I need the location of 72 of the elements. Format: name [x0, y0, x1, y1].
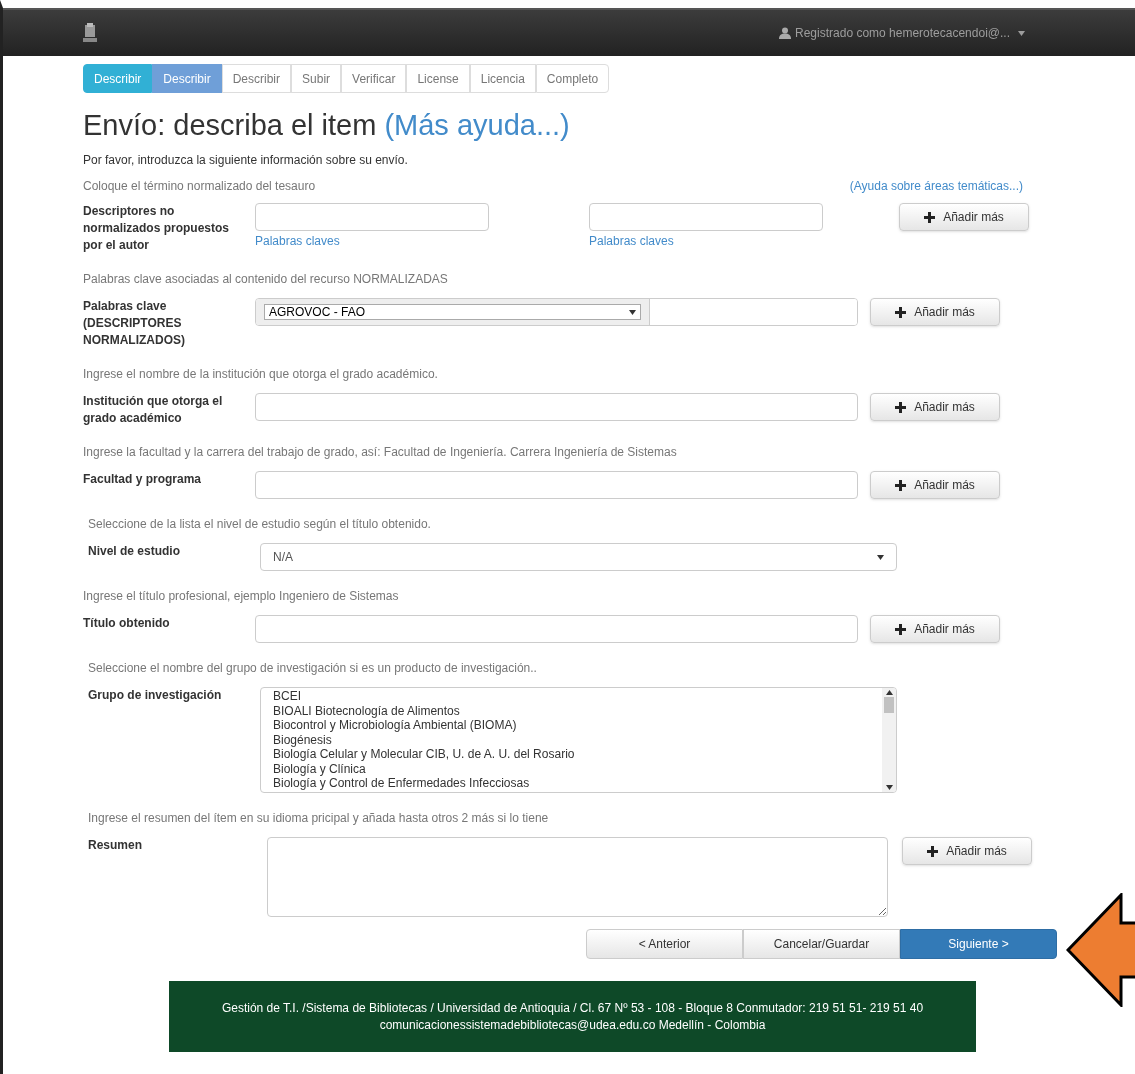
- caret-icon: [885, 690, 893, 695]
- thesaurus-field[interactable]: AGROVOC - FAO: [255, 298, 858, 326]
- progress-step[interactable]: License: [406, 64, 470, 93]
- list-option[interactable]: Biología y Clínica: [273, 761, 870, 776]
- plus-icon: [895, 623, 907, 635]
- page-title: Envío: describa el item (Más ayuda...): [83, 108, 571, 143]
- progress-step[interactable]: Completo: [535, 64, 610, 93]
- caret-icon: [885, 785, 893, 790]
- nav-button[interactable]: Siguiente >: [900, 929, 1057, 959]
- footer-text: Gestión de T.I. /Sistema de Bibliotecas / Universidad de Antioquia / Cl. 67 Nº 53 - 108 - Bloque 8 Conmutador: 219 51 51- 219 51 40: [221, 999, 924, 1017]
- field-hint: Ingrese el nombre de la institución que otorga el grado académico.: [83, 366, 439, 383]
- user-menu[interactable]: Registrado como hemerotecacendoi@...: [795, 24, 1010, 42]
- footer-text: comunicacionessistemadebibliotecas@udea.edu.co Medellín - Colombia: [379, 1016, 766, 1034]
- plus-icon: [924, 211, 936, 223]
- field-hint: Coloque el término normalizado del tesauro: [83, 178, 316, 195]
- keyword-input[interactable]: [255, 203, 489, 231]
- list-option[interactable]: Biocontrol y Microbiología Ambiental (BIOMA): [273, 718, 870, 733]
- field-label: Resumen: [88, 837, 144, 854]
- add-more-button[interactable]: Añadir más: [870, 615, 1000, 643]
- list-option[interactable]: Biogénesis: [273, 732, 870, 747]
- intro-text: Por favor, introduzca la siguiente información sobre su envío.: [83, 152, 409, 169]
- user-icon: [779, 27, 792, 39]
- text-input[interactable]: [255, 615, 858, 643]
- group-listbox[interactable]: [260, 687, 897, 793]
- caret-icon: [877, 554, 884, 560]
- plus-icon: [895, 479, 907, 491]
- caret-icon: [629, 309, 636, 315]
- caret-icon: [1018, 30, 1025, 36]
- thesaurus-select[interactable]: AGROVOC - FAO: [264, 304, 641, 320]
- field-note: Palabras claves: [255, 233, 341, 250]
- plus-icon: [927, 845, 939, 857]
- nav-button[interactable]: < Anterior: [586, 929, 743, 959]
- field-hint: Ingrese el título profesional, ejemplo Ingeniero de Sistemas: [83, 588, 400, 605]
- plus-icon: [895, 401, 907, 413]
- field-label: Palabras clave (DESCRIPTORES NORMALIZADOS): [83, 298, 186, 349]
- level-select[interactable]: N/A: [260, 543, 897, 571]
- progress-step[interactable]: Describir: [221, 64, 292, 93]
- add-more-button[interactable]: Añadir más: [870, 298, 1000, 326]
- plus-icon: [895, 306, 907, 318]
- field-hint: Ingrese la facultad y la carrera del trabajo de grado, así: Facultad de Ingeniería. Carrera Ingeniería de Sistemas: [83, 444, 678, 461]
- progress-step[interactable]: Verificar: [341, 64, 407, 93]
- field-label: Nivel de estudio: [88, 543, 182, 560]
- field-label: Grupo de investigación: [88, 687, 223, 704]
- field-hint: Seleccione de la lista el nivel de estudio según el título obtenido.: [88, 516, 432, 533]
- text-input[interactable]: [255, 471, 858, 499]
- list-option[interactable]: BIOALI Biotecnología de Alimentos: [273, 703, 870, 718]
- add-more-button[interactable]: Añadir más: [899, 203, 1029, 231]
- add-more-button[interactable]: Añadir más: [902, 837, 1032, 865]
- arrow-icon: [1066, 893, 1135, 1007]
- list-option[interactable]: BCEI: [273, 689, 870, 704]
- field-label: Institución que otorga el grado académico: [83, 393, 224, 427]
- keyword-input[interactable]: [589, 203, 823, 231]
- help-link[interactable]: (Más ayuda...): [384, 109, 570, 141]
- summary-textarea[interactable]: [267, 837, 888, 917]
- nav-button[interactable]: Cancelar/Guardar: [743, 929, 900, 959]
- progress-step[interactable]: Licencia: [469, 64, 536, 93]
- add-more-button[interactable]: Añadir más: [870, 471, 1000, 499]
- field-label: Descriptores no normalizados propuestos por el autor: [83, 203, 231, 254]
- text-input[interactable]: [255, 393, 858, 421]
- field-hint: Ingrese el resumen del ítem en su idioma pricipal y añada hasta otros 2 más si lo tiene: [88, 810, 550, 827]
- field-hint: Seleccione el nombre del grupo de investigación si es un producto de investigación..: [88, 660, 538, 677]
- field-note: Palabras claves: [589, 233, 675, 250]
- field-label: Facultad y programa: [83, 471, 203, 488]
- help-link[interactable]: (Ayuda sobre áreas temáticas...): [849, 177, 1023, 195]
- field-hint: Palabras clave asociadas al contenido del recurso NORMALIZADAS: [83, 271, 449, 288]
- list-option[interactable]: Biología y Control de Enfermedades Infecciosas: [273, 776, 870, 791]
- list-option[interactable]: Biología Celular y Molecular CIB, U. de A. U. del Rosario: [273, 747, 870, 762]
- field-label: Título obtenido: [83, 615, 171, 632]
- progress-step[interactable]: Subir: [291, 64, 342, 93]
- add-more-button[interactable]: Añadir más: [870, 393, 1000, 421]
- university-logo-icon: [83, 23, 97, 43]
- scrollbar-thumb[interactable]: [884, 697, 894, 713]
